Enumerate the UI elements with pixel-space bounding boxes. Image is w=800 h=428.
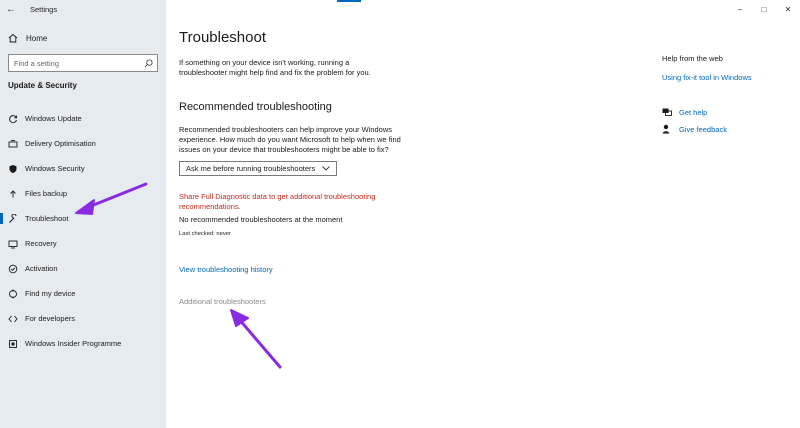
home-nav-item[interactable]: Home [8,31,47,45]
recovery-icon [8,239,18,249]
fixit-tool-link[interactable]: Using fix-it tool in Windows [662,73,792,82]
sidebar-item-files-backup[interactable]: Files backup [0,181,166,206]
sidebar-item-activation[interactable]: Activation [0,256,166,281]
sidebar-item-label: Delivery Optimisation [25,139,96,148]
no-recommended-text: No recommended troubleshooters at the mo… [179,215,343,224]
sidebar: ← Settings Home Update & Security Window… [0,0,166,428]
troubleshoot-preference-dropdown[interactable]: Ask me before running troubleshooters [179,161,337,176]
sidebar-item-recovery[interactable]: Recovery [0,231,166,256]
chat-bubble-icon [662,108,672,117]
shield-icon [8,164,18,174]
recommended-description: Recommended troubleshooters can help imp… [179,125,401,154]
sidebar-item-for-developers[interactable]: For developers [0,306,166,331]
sidebar-item-label: Windows Update [25,114,82,123]
home-icon [8,33,18,43]
give-feedback-link[interactable]: Give feedback [662,123,792,135]
wrench-icon [8,213,18,224]
search-input[interactable] [14,58,134,68]
diagnostic-data-link[interactable]: Share Full Diagnostic data to get additi… [179,192,404,212]
recommended-heading: Recommended troubleshooting [179,101,332,113]
help-title: Help from the web [662,54,723,63]
sidebar-item-label: Find my device [25,289,76,298]
backup-icon [8,189,18,199]
sidebar-item-windows-insider[interactable]: Windows Insider Programme [0,331,166,356]
search-icon [144,58,153,67]
sidebar-nav: Windows Update Delivery Optimisation Win… [0,106,166,356]
sidebar-item-troubleshoot[interactable]: Troubleshoot [0,206,166,231]
sidebar-item-label: Troubleshoot [25,214,69,223]
sidebar-item-windows-security[interactable]: Windows Security [0,156,166,181]
home-label: Home [26,33,48,43]
back-arrow-icon: ← [6,3,16,15]
delivery-icon [8,139,18,149]
feedback-icon [662,124,672,134]
activation-icon [8,264,18,274]
search-box[interactable] [8,54,158,72]
back-button[interactable]: ← [0,0,22,18]
sidebar-item-label: Activation [25,264,58,273]
help-panel: Help from the web Using fix-it tool in W… [662,54,792,135]
give-feedback-label: Give feedback [679,124,727,134]
sync-icon [8,114,18,124]
sidebar-item-delivery-optimisation[interactable]: Delivery Optimisation [0,131,166,156]
sidebar-item-label: Windows Security [25,164,85,173]
sidebar-item-label: Windows Insider Programme [25,339,122,348]
sidebar-item-find-my-device[interactable]: Find my device [0,281,166,306]
sidebar-item-label: For developers [25,314,76,323]
title-bar: ← Settings [0,0,166,18]
chevron-down-icon [322,166,330,171]
get-help-link[interactable]: Get help [662,106,792,118]
sidebar-item-windows-update[interactable]: Windows Update [0,106,166,131]
page-title: Troubleshoot [179,29,266,46]
main-content: Troubleshoot If something on your device… [166,0,800,428]
additional-troubleshooters-link[interactable]: Additional troubleshooters [179,297,266,306]
troubleshooting-history-link[interactable]: View troubleshooting history [179,265,273,274]
get-help-label: Get help [679,107,708,117]
location-icon [8,289,18,299]
insider-icon [8,339,18,349]
section-title: Update & Security [8,81,77,90]
sidebar-item-label: Recovery [25,239,57,248]
dropdown-value: Ask me before running troubleshooters [186,164,316,173]
intro-text: If something on your device isn't workin… [179,58,371,77]
last-checked-text: Last checked: never [179,231,231,237]
app-title: Settings [30,4,58,14]
sidebar-item-label: Files backup [25,189,68,198]
developer-icon [8,314,18,324]
